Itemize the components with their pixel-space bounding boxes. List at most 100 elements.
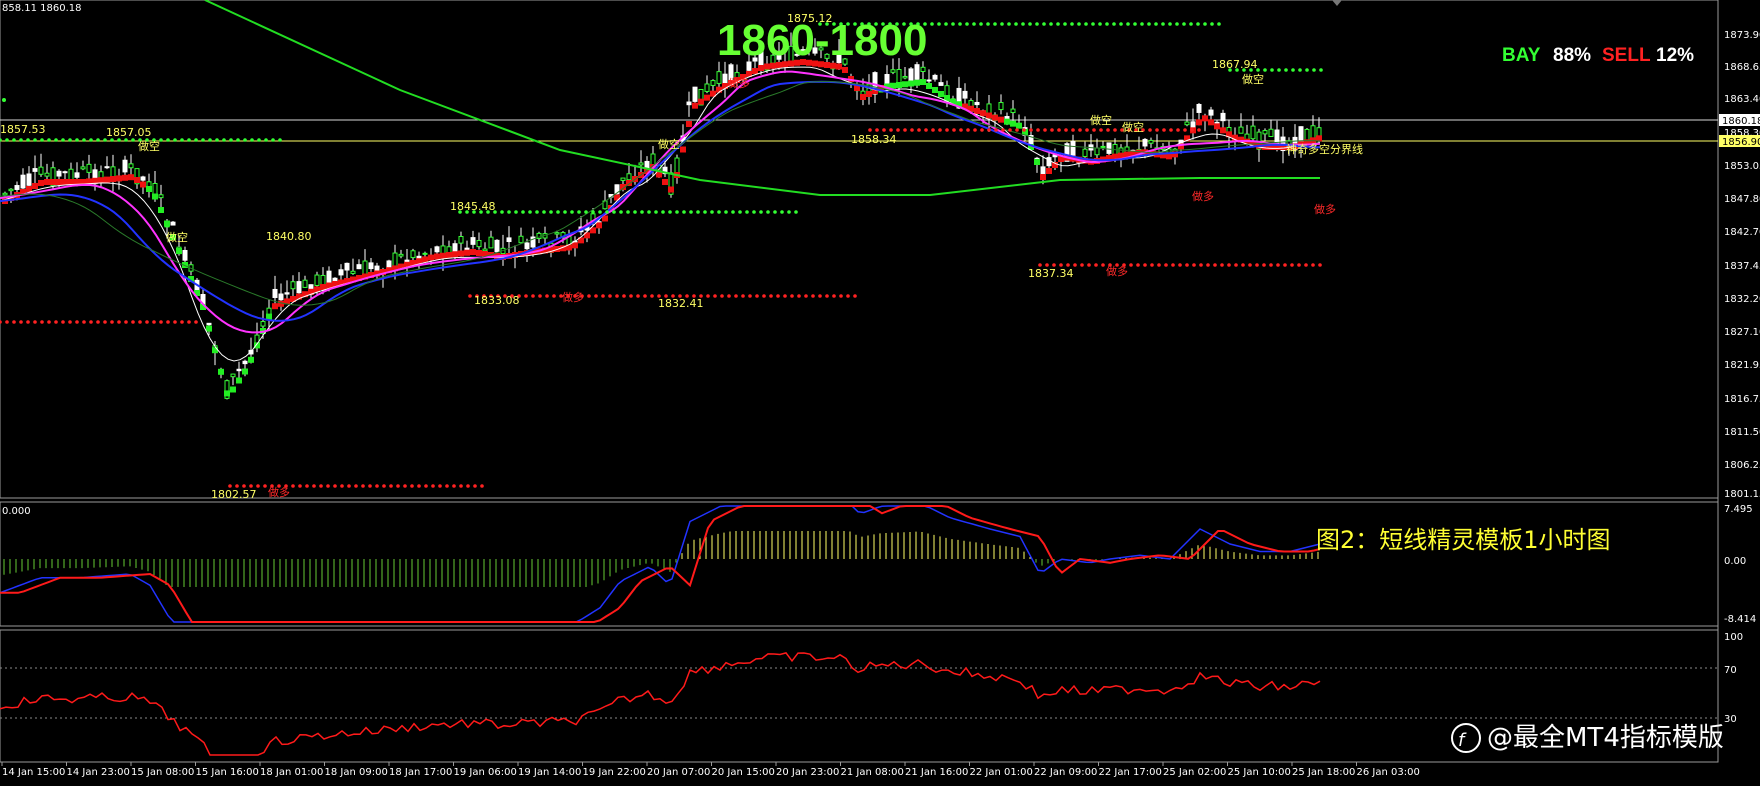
mt4-chart[interactable]: 858.11 1860.18 1873.90 1868.65 1863.40 1… bbox=[0, 0, 1760, 786]
candle-body bbox=[470, 237, 476, 245]
price-level-label: 1833.08 bbox=[474, 294, 520, 307]
ladder-block bbox=[50, 179, 56, 185]
candle-body bbox=[26, 173, 32, 186]
level-dot bbox=[979, 22, 983, 26]
level-dot bbox=[629, 294, 633, 298]
level-dot bbox=[466, 484, 470, 488]
level-dot bbox=[868, 128, 872, 132]
candle-body bbox=[488, 236, 494, 249]
level-dot bbox=[636, 294, 640, 298]
level-dot bbox=[47, 320, 51, 324]
level-dot bbox=[152, 320, 156, 324]
level-dot bbox=[68, 138, 72, 142]
time-tick: 15 Jan 16:00 bbox=[196, 767, 259, 778]
time-axis: 14 Jan 15:00 14 Jan 23:00 15 Jan 08:00 15 J… bbox=[1, 762, 1420, 778]
candle-body bbox=[638, 162, 644, 166]
level-dot bbox=[1000, 22, 1004, 26]
level-dot bbox=[966, 128, 970, 132]
price-level-label: 1857.53 bbox=[0, 123, 46, 136]
level-dot bbox=[1007, 22, 1011, 26]
candle-body bbox=[206, 322, 212, 326]
macd-tick: 7.495 bbox=[1724, 504, 1753, 515]
level-dot bbox=[1015, 128, 1019, 132]
level-dot bbox=[61, 320, 65, 324]
level-dot bbox=[1119, 22, 1123, 26]
level-dot bbox=[717, 210, 721, 214]
level-dot bbox=[166, 138, 170, 142]
level-dot bbox=[1227, 263, 1231, 267]
level-dot bbox=[271, 138, 275, 142]
level-dot bbox=[917, 128, 921, 132]
price-tick: 1801.15 bbox=[1724, 489, 1760, 500]
level-dot bbox=[783, 294, 787, 298]
candle-body bbox=[1208, 109, 1214, 116]
level-dot bbox=[159, 320, 163, 324]
level-dot bbox=[875, 128, 879, 132]
level-dot bbox=[633, 210, 637, 214]
level-dot bbox=[263, 484, 267, 488]
ladder-block bbox=[920, 79, 926, 85]
level-dot bbox=[389, 484, 393, 488]
level-dot bbox=[521, 210, 525, 214]
level-dot bbox=[2, 98, 6, 102]
level-dot bbox=[1203, 22, 1207, 26]
level-dot bbox=[794, 210, 798, 214]
level-dot bbox=[1192, 263, 1196, 267]
sell-label: SELL bbox=[1602, 45, 1651, 66]
level-dot bbox=[556, 210, 560, 214]
ladder-block bbox=[104, 176, 110, 183]
level-dot bbox=[278, 138, 282, 142]
level-dot bbox=[173, 138, 177, 142]
ladder-block bbox=[320, 284, 326, 290]
signal-label: 做空 bbox=[1090, 113, 1112, 127]
ladder-block bbox=[32, 183, 38, 189]
ladder-block bbox=[704, 94, 710, 101]
level-dot bbox=[312, 484, 316, 488]
level-dot bbox=[1105, 22, 1109, 26]
level-dot bbox=[166, 320, 170, 324]
level-dot bbox=[896, 128, 900, 132]
candle-body bbox=[458, 235, 464, 244]
level-dot bbox=[776, 294, 780, 298]
level-dot bbox=[780, 210, 784, 214]
level-dot bbox=[354, 484, 358, 488]
candle-body bbox=[926, 79, 932, 82]
level-dot bbox=[1014, 22, 1018, 26]
level-dot bbox=[1113, 128, 1117, 132]
level-dot bbox=[601, 294, 605, 298]
level-dot bbox=[1196, 22, 1200, 26]
level-dot bbox=[804, 294, 808, 298]
level-dot bbox=[1255, 263, 1259, 267]
level-dot bbox=[1140, 22, 1144, 26]
level-dot bbox=[570, 210, 574, 214]
main-price-panel[interactable] bbox=[0, 0, 1719, 499]
level-dot bbox=[1241, 263, 1245, 267]
candle-body bbox=[908, 68, 914, 82]
level-dot bbox=[89, 138, 93, 142]
ladder-block bbox=[164, 220, 170, 227]
level-dot bbox=[980, 128, 984, 132]
level-dot bbox=[110, 320, 114, 324]
level-dot bbox=[291, 484, 295, 488]
level-dot bbox=[853, 294, 857, 298]
ladder-block bbox=[26, 186, 32, 192]
ladder-block bbox=[614, 194, 620, 201]
level-dot bbox=[1036, 128, 1040, 132]
bull-bear-divider-label: 神奇多空分界线 bbox=[1286, 142, 1363, 156]
level-dot bbox=[766, 210, 770, 214]
candle-body bbox=[1100, 145, 1106, 148]
ladder-block bbox=[110, 176, 116, 182]
level-dot bbox=[626, 210, 630, 214]
ladder-block bbox=[152, 193, 158, 200]
price-tick: 1873.90 bbox=[1724, 30, 1760, 41]
level-dot bbox=[89, 320, 93, 324]
signal-label: 做多 bbox=[728, 76, 750, 90]
ladder-block bbox=[242, 368, 248, 375]
level-dot bbox=[591, 210, 595, 214]
price-level-label: 1837.34 bbox=[1028, 267, 1074, 280]
ohlc-header: 858.11 1860.18 bbox=[2, 3, 82, 14]
level-dot bbox=[846, 294, 850, 298]
candle-body bbox=[1010, 108, 1016, 114]
macd-panel[interactable] bbox=[0, 501, 1719, 627]
level-dot bbox=[1077, 22, 1081, 26]
